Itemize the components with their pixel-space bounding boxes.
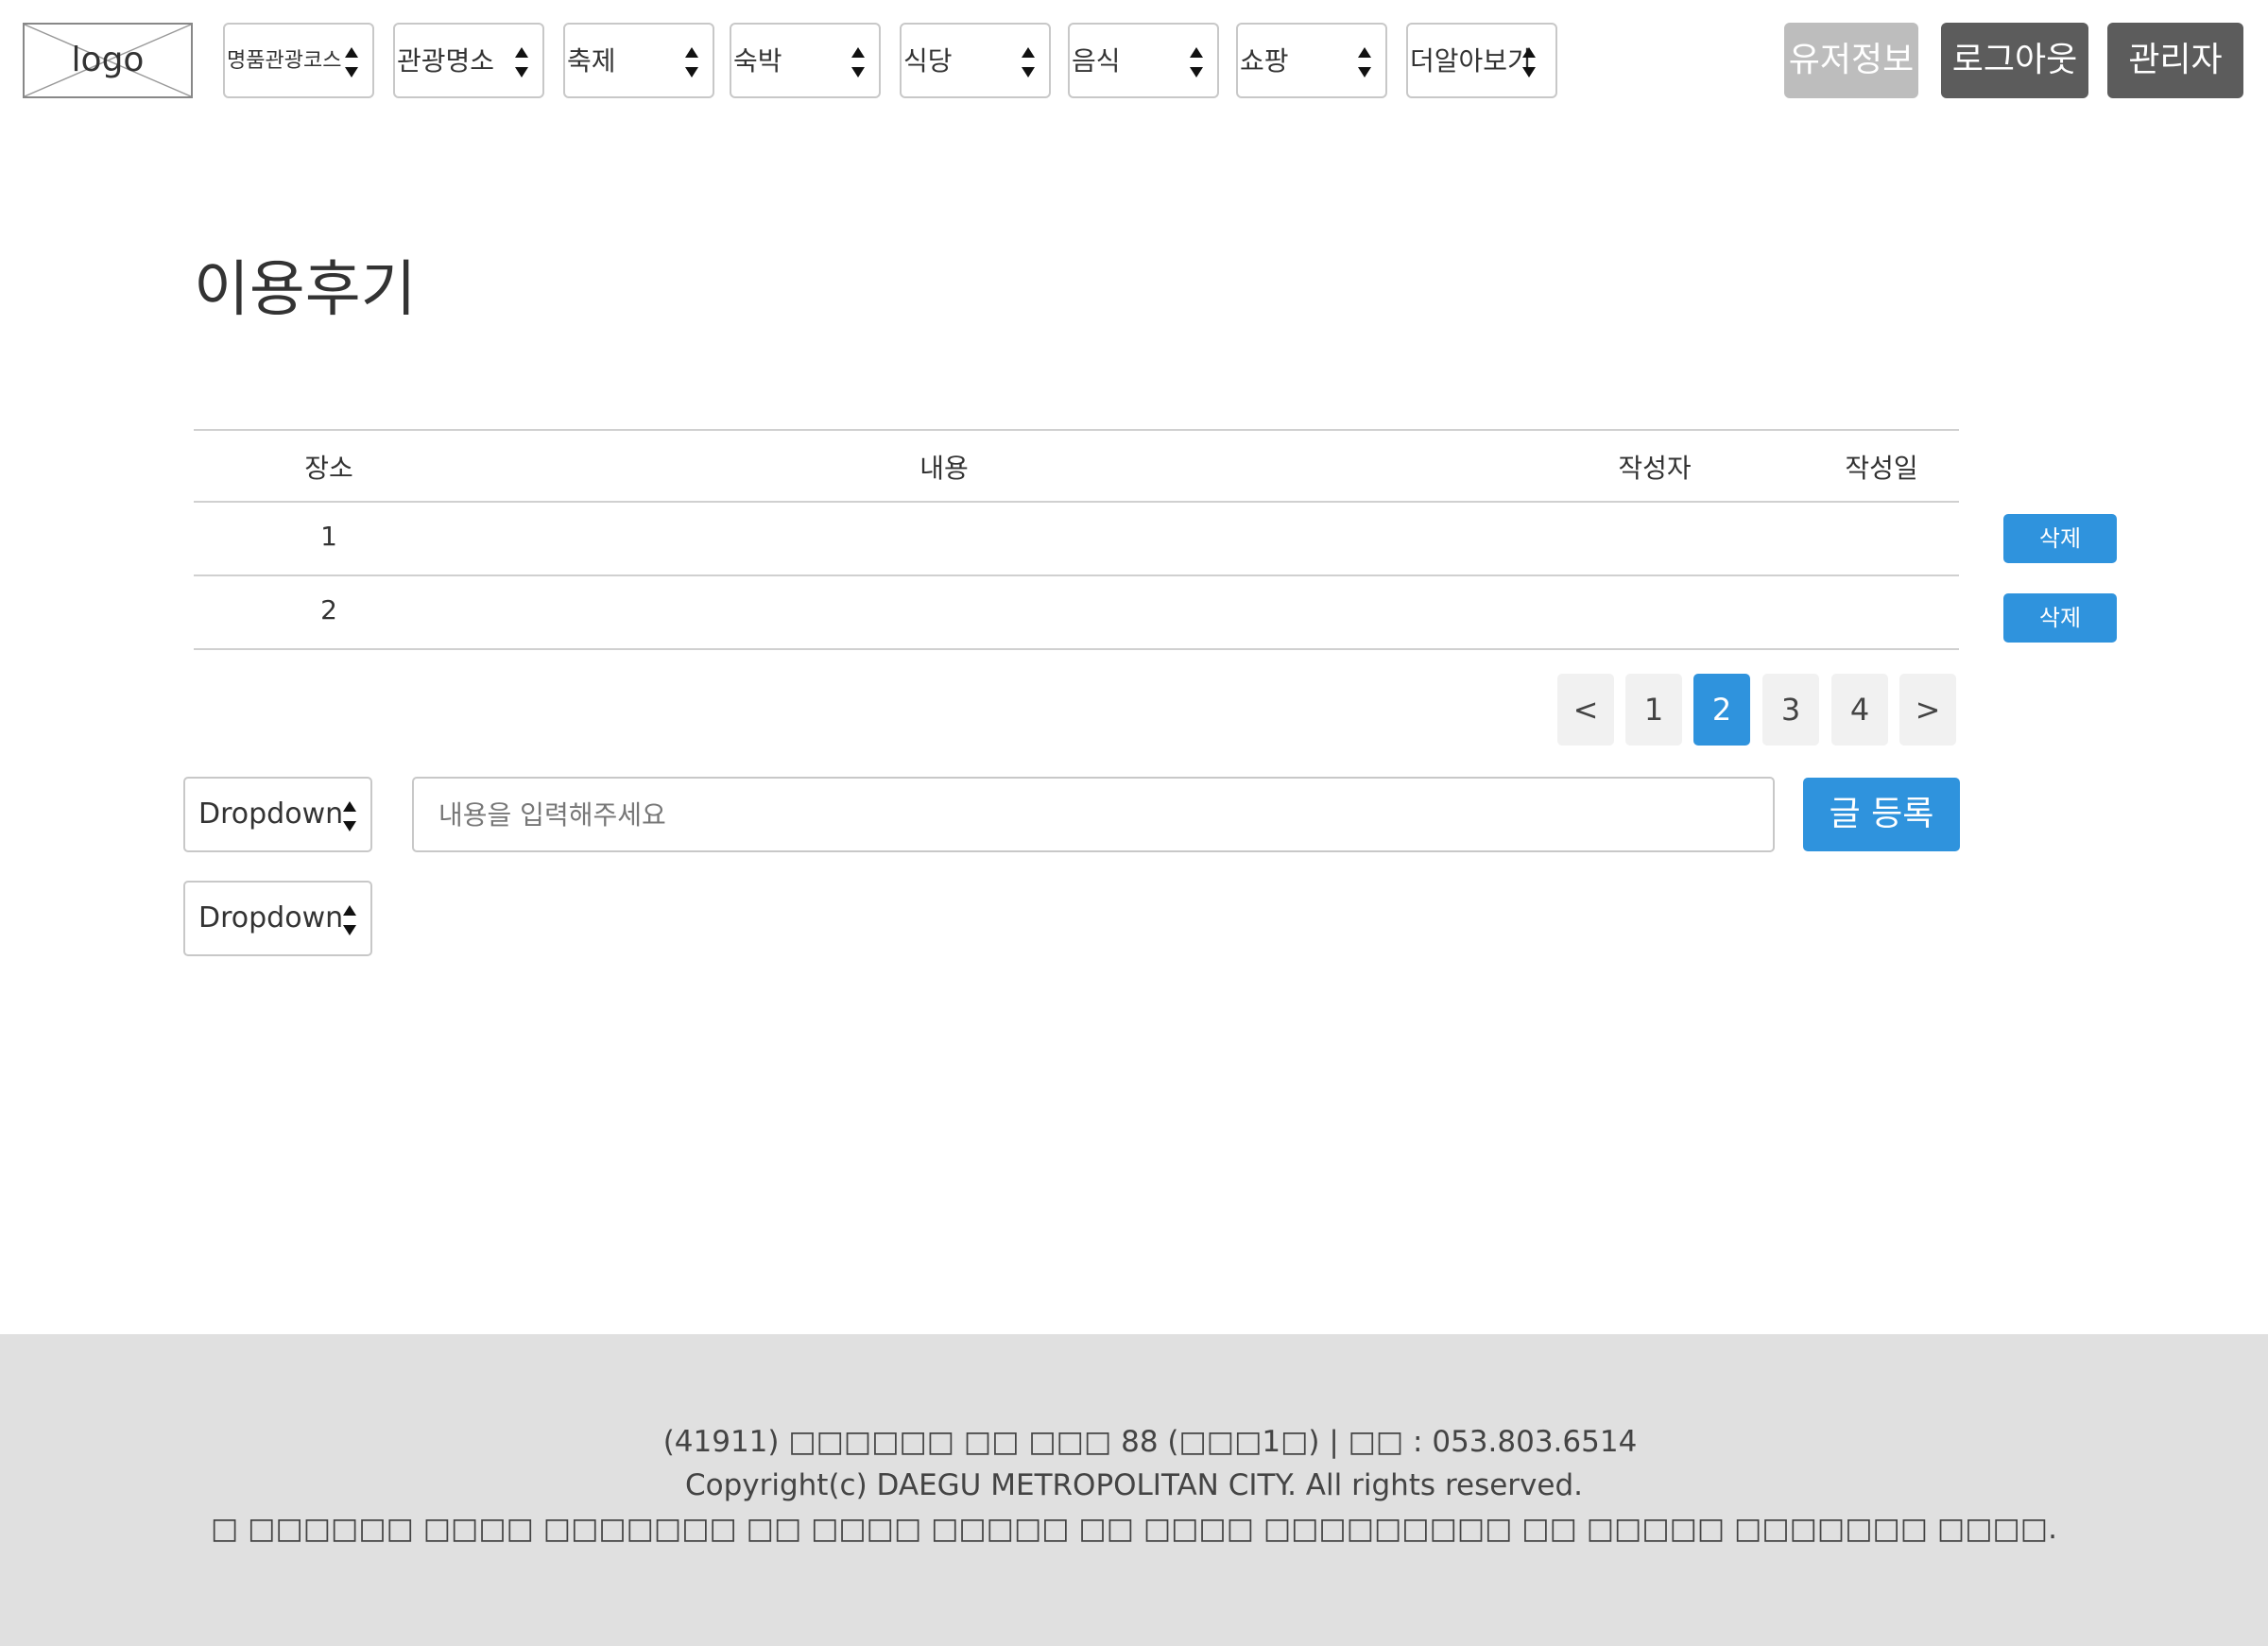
delete-button[interactable]: 삭제 [2003,514,2117,563]
nav-select-label: 식당 [903,45,953,77]
table-divider [194,574,1959,576]
nav-select-label: 쇼팡 [1240,45,1289,77]
pagination-next-button[interactable]: > [1899,674,1956,746]
footer: (41911) □□□□□□ □□ □□□ 88 (□□□1□) | □□ : … [0,1334,2268,1646]
up-down-arrows-icon [1190,47,1203,77]
nav-select-label: 관광명소 [397,45,495,77]
nav-select-lodging[interactable]: 숙박 [730,23,881,98]
nav-select-label: 음식 [1072,45,1121,77]
nav-select-festival[interactable]: 축제 [563,23,714,98]
up-down-arrows-icon [343,801,356,832]
logo-text: logo [71,41,145,79]
pagination-page-1[interactable]: 1 [1625,674,1682,746]
dropdown-select-1[interactable]: Dropdown [183,777,372,852]
up-down-arrows-icon [343,905,356,935]
logo[interactable]: logo [23,23,193,98]
logout-button[interactable]: 로그아웃 [1941,23,2088,98]
up-down-arrows-icon [1022,47,1035,77]
pagination-page-2-current[interactable]: 2 [1693,674,1750,746]
up-down-arrows-icon [345,47,358,77]
footer-notice: □ □□□□□□ □□□□ □□□□□□□ □□ □□□□ □□□□□ □□ □… [211,1512,2057,1546]
cell-place: 1 [320,521,337,552]
dropdown-select-2[interactable]: Dropdown [183,881,372,956]
column-header-content: 내용 [919,453,969,484]
pagination-prev-button[interactable]: < [1557,674,1614,746]
page-title: 이용후기 [194,255,417,325]
nav-select-attractions[interactable]: 관광명소 [393,23,544,98]
footer-copyright: Copyright(c) DAEGU METROPOLITAN CITY. Al… [684,1468,1583,1502]
dropdown-label: Dropdown [198,901,344,934]
nav-select-more[interactable]: 더알아보기 [1406,23,1557,98]
table-divider [194,648,1959,650]
dropdown-label: Dropdown [198,797,344,831]
nav-select-restaurant[interactable]: 식당 [900,23,1051,98]
up-down-arrows-icon [1358,47,1371,77]
nav-select-label: 더알아보기 [1410,45,1532,77]
up-down-arrows-icon [851,47,865,77]
nav-select-label: 명품관광코스 [227,49,342,73]
up-down-arrows-icon [685,47,698,77]
footer-address: (41911) □□□□□□ □□ □□□ 88 (□□□1□) | □□ : … [662,1425,1638,1459]
nav-select-course[interactable]: 명품관광코스 [223,23,374,98]
nav-select-label: 숙박 [733,45,782,77]
table-divider [194,429,1959,431]
nav-select-shopping[interactable]: 쇼팡 [1236,23,1387,98]
pagination-page-4[interactable]: 4 [1831,674,1888,746]
nav-select-food[interactable]: 음식 [1068,23,1219,98]
up-down-arrows-icon [515,47,528,77]
nav-select-label: 축제 [567,45,616,77]
delete-button[interactable]: 삭제 [2003,593,2117,643]
cell-place: 2 [320,594,337,626]
column-header-author: 작성자 [1618,453,1692,484]
pagination-page-3[interactable]: 3 [1762,674,1819,746]
table-divider [194,501,1959,503]
content-input[interactable] [412,777,1775,852]
column-header-date: 작성일 [1845,453,1918,484]
user-info-button[interactable]: 유저정보 [1784,23,1918,98]
admin-button[interactable]: 관리자 [2107,23,2243,98]
submit-post-button[interactable]: 글 등록 [1803,778,1960,851]
up-down-arrows-icon [1522,47,1536,77]
column-header-place: 장소 [304,453,353,484]
